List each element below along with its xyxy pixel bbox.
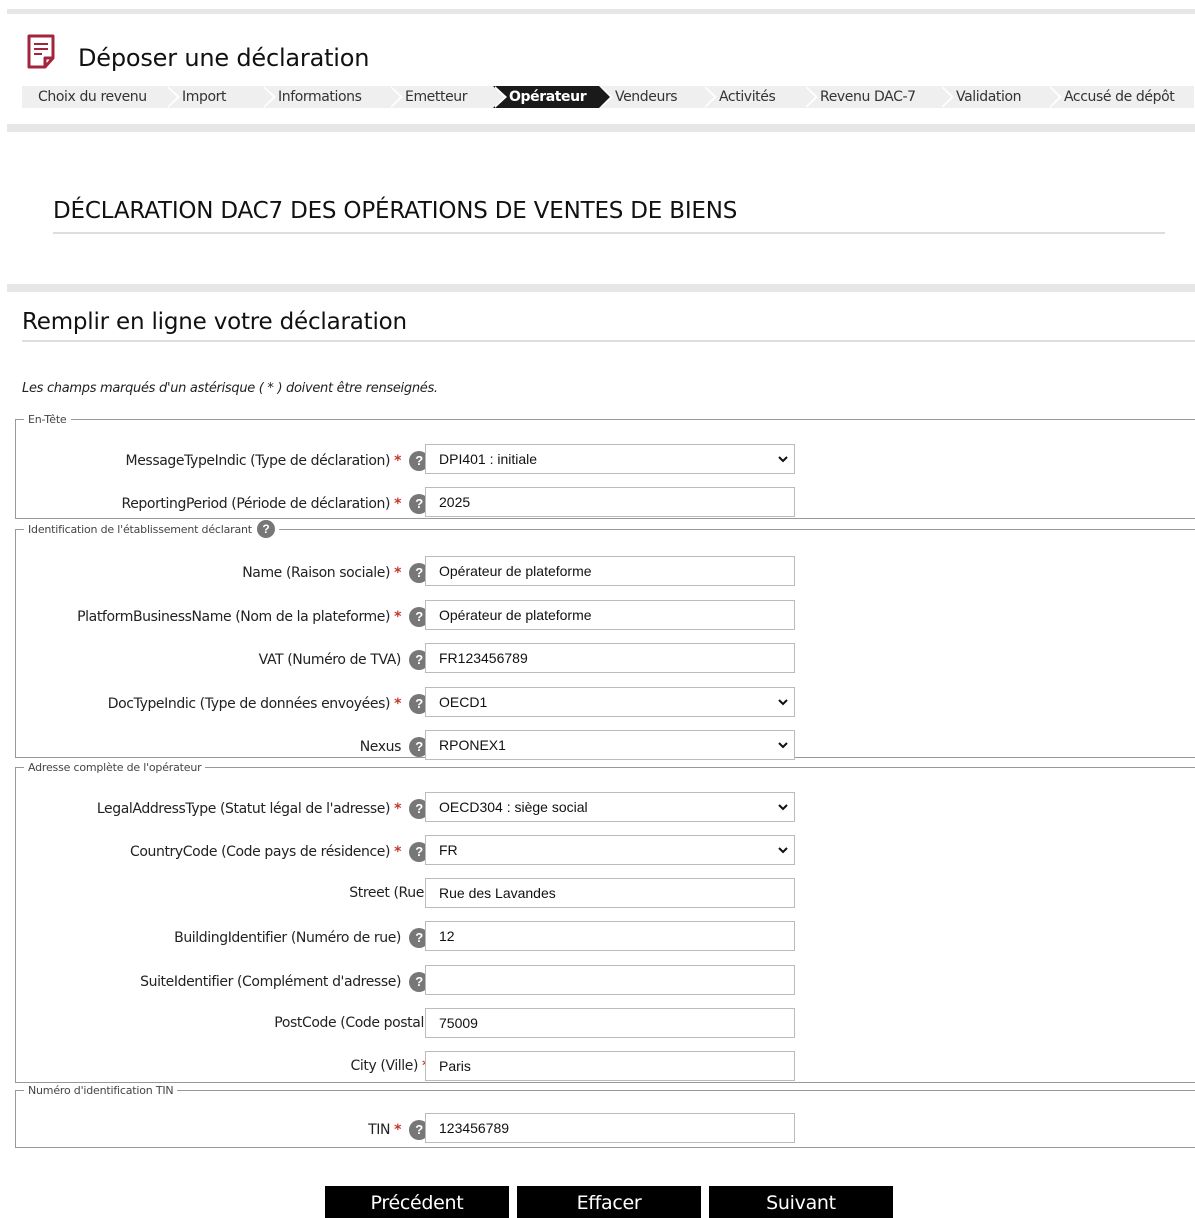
step-validation[interactable]: Validation <box>940 86 1062 108</box>
nexus-select[interactable]: RPONEX1 <box>425 730 795 760</box>
row-platform-name: PlatformBusinessName (Nom de la platefor… <box>16 600 916 630</box>
fieldset-legend: En-Tête <box>28 413 67 426</box>
postcode-input[interactable]: 75009 <box>425 1008 795 1038</box>
chevron-down-icon <box>778 804 788 811</box>
step-vendeurs[interactable]: Vendeurs <box>599 86 717 108</box>
row-suite: SuiteIdentifier (Complément d'adresse)? <box>16 965 916 995</box>
help-icon[interactable]: ? <box>256 520 275 538</box>
field-label: Street (Rue) <box>349 885 429 901</box>
document-icon <box>26 34 58 70</box>
step-emetteur[interactable]: Emetteur <box>389 86 507 108</box>
divider-band <box>7 124 1195 132</box>
clear-button[interactable]: Effacer <box>517 1186 701 1218</box>
field-label: ReportingPeriod (Période de déclaration)… <box>122 494 429 514</box>
street-input[interactable]: Rue des Lavandes <box>425 878 795 908</box>
page-header: Déposer une déclaration <box>26 32 369 72</box>
field-label: City (Ville)* <box>351 1058 430 1074</box>
row-postcode: PostCode (Code postal) 75009 <box>16 1008 916 1038</box>
page-title: Déposer une déclaration <box>78 44 370 72</box>
step-import[interactable]: Import <box>166 86 276 108</box>
divider-band <box>7 284 1195 292</box>
step-operateur[interactable]: Opérateur <box>493 86 613 108</box>
step-choix-du-revenu[interactable]: Choix du revenu <box>22 86 180 108</box>
required-star: * <box>394 801 401 817</box>
row-vat: VAT (Numéro de TVA)? FR123456789 <box>16 643 916 673</box>
row-street: Street (Rue) Rue des Lavandes <box>16 878 916 908</box>
required-star: * <box>394 565 401 581</box>
form-actions: Précédent Effacer Suivant <box>325 1186 893 1218</box>
field-label: PlatformBusinessName (Nom de la platefor… <box>77 607 429 627</box>
tin-input[interactable]: 123456789 <box>425 1113 795 1143</box>
required-star: * <box>394 696 401 712</box>
previous-button[interactable]: Précédent <box>325 1186 509 1218</box>
legal-address-type-select[interactable]: OECD304 : siège social <box>425 792 795 822</box>
fieldset-adresse: Adresse complète de l'opérateur LegalAdd… <box>15 761 1195 1083</box>
step-activites[interactable]: Activités <box>703 86 818 108</box>
chevron-down-icon <box>778 699 788 706</box>
row-message-type: MessageTypeIndic (Type de déclaration) *?… <box>16 444 916 474</box>
field-label: MessageTypeIndic (Type de déclaration) *? <box>126 451 429 471</box>
field-label: VAT (Numéro de TVA)? <box>259 650 429 670</box>
required-star: * <box>394 453 401 469</box>
platform-name-input[interactable]: Opérateur de plateforme <box>425 600 795 630</box>
chevron-down-icon <box>778 847 788 854</box>
fieldset-legend: Identification de l'établissement déclar… <box>24 520 279 538</box>
row-nexus: Nexus? RPONEX1 <box>16 730 916 760</box>
row-building: BuildingIdentifier (Numéro de rue)? 12 <box>16 921 916 951</box>
field-label: TIN *? <box>368 1120 429 1140</box>
required-fields-note: Les champs marqués d'un astérisque ( * )… <box>22 381 438 396</box>
step-informations[interactable]: Informations <box>262 86 403 108</box>
row-reporting-period: ReportingPeriod (Période de déclaration)… <box>16 487 916 517</box>
field-label: DocTypeIndic (Type de données envoyées) *… <box>108 694 429 714</box>
fieldset-legend: Adresse complète de l'opérateur <box>28 761 202 774</box>
vat-input[interactable]: FR123456789 <box>425 643 795 673</box>
required-star: * <box>394 609 401 625</box>
top-divider <box>7 9 1195 14</box>
fieldset-entete: En-Tête MessageTypeIndic (Type de déclar… <box>15 413 1195 519</box>
reporting-period-input[interactable]: 2025 <box>425 487 795 517</box>
doc-type-select[interactable]: OECD1 <box>425 687 795 717</box>
name-input[interactable]: Opérateur de plateforme <box>425 556 795 586</box>
field-label: PostCode (Code postal) <box>274 1015 429 1031</box>
field-label: SuiteIdentifier (Complément d'adresse)? <box>140 972 429 992</box>
step-progress-bar: Choix du revenu Import Informations Emet… <box>22 86 1194 108</box>
required-star: * <box>394 496 401 512</box>
next-button[interactable]: Suivant <box>709 1186 893 1218</box>
section-title: DÉCLARATION DAC7 DES OPÉRATIONS DE VENTE… <box>53 198 1165 234</box>
fieldset-legend: Numéro d'identification TIN <box>28 1084 174 1097</box>
row-name: Name (Raison sociale) *? Opérateur de pla… <box>16 556 916 586</box>
form-title: Remplir en ligne votre déclaration <box>22 309 1195 342</box>
field-label: Name (Raison sociale) *? <box>242 563 429 583</box>
step-revenu-dac7[interactable]: Revenu DAC-7 <box>804 86 954 108</box>
city-input[interactable]: Paris <box>425 1051 795 1081</box>
field-label: BuildingIdentifier (Numéro de rue)? <box>174 928 429 948</box>
row-tin: TIN *? 123456789 <box>16 1113 916 1143</box>
fieldset-identification: Identification de l'établissement déclar… <box>15 520 1195 760</box>
field-label: CountryCode (Code pays de résidence) *? <box>130 842 429 862</box>
row-country-code: CountryCode (Code pays de résidence) *? F… <box>16 835 916 865</box>
suite-input[interactable] <box>425 965 795 995</box>
field-label: LegalAddressType (Statut légal de l'adre… <box>97 799 429 819</box>
required-star: * <box>394 844 401 860</box>
step-accuse-de-depot[interactable]: Accusé de dépôt <box>1048 86 1194 108</box>
chevron-down-icon <box>778 742 788 749</box>
fieldset-tin: Numéro d'identification TIN TIN *? 123456… <box>15 1084 1195 1148</box>
field-label: Nexus? <box>360 737 429 757</box>
building-input[interactable]: 12 <box>425 921 795 951</box>
row-doc-type: DocTypeIndic (Type de données envoyées) *… <box>16 687 916 717</box>
row-legal-address-type: LegalAddressType (Statut légal de l'adre… <box>16 792 916 822</box>
message-type-select[interactable]: DPI401 : initiale <box>425 444 795 474</box>
row-city: City (Ville)* Paris <box>16 1051 916 1081</box>
required-star: * <box>394 1122 401 1138</box>
country-code-select[interactable]: FR <box>425 835 795 865</box>
chevron-down-icon <box>778 456 788 463</box>
